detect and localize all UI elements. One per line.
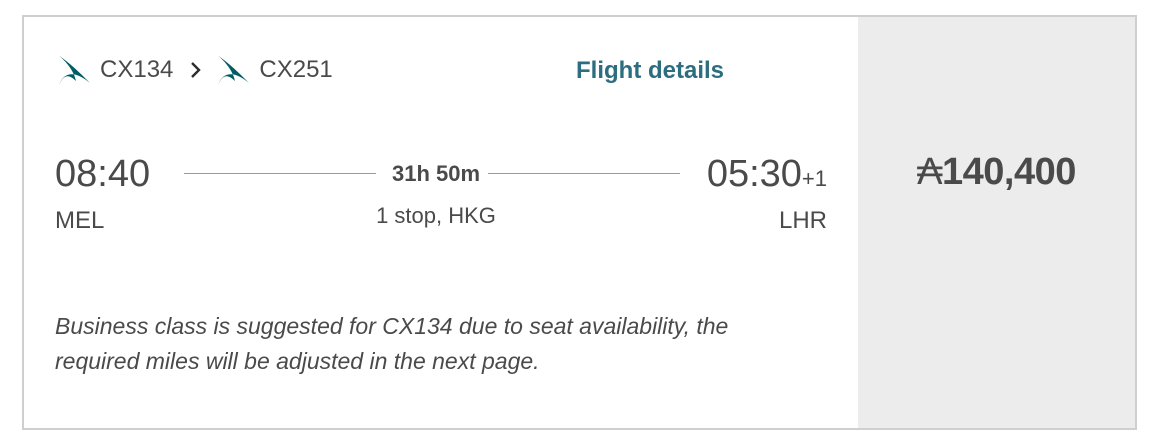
departure-airport: MEL <box>55 207 105 234</box>
arrival-day-offset: +1 <box>801 166 827 191</box>
flight-number-2: CX251 <box>259 56 333 83</box>
cathay-pacific-logo-icon <box>58 55 90 85</box>
flight-details-link[interactable]: Flight details <box>576 57 724 85</box>
stops-info: 1 stop, HKG <box>376 203 496 228</box>
cabin-suggestion-note: Business class is suggested for CX134 du… <box>55 313 729 374</box>
route-line-right <box>488 173 680 174</box>
chevron-right-icon <box>191 62 202 78</box>
asia-miles-icon: ₳ <box>917 151 942 193</box>
cathay-pacific-logo-icon <box>217 55 250 85</box>
flight-duration: 31h 50m <box>391 161 481 186</box>
price: ₳140,400 <box>858 151 1135 194</box>
flight-result-card[interactable]: CX134 CX251 Flight details 08:40 MEL 31h… <box>22 15 1137 430</box>
flight-numbers: CX134 CX251 <box>56 53 333 87</box>
departure-time: 08:40 <box>55 153 151 195</box>
route-line-left <box>184 173 376 174</box>
arrival-airport: LHR <box>778 207 827 234</box>
price-panel[interactable]: ₳140,400 <box>858 17 1135 428</box>
arrival-time-group: 05:30+1 <box>707 153 827 196</box>
arrival-time: 05:30 <box>706 153 802 195</box>
price-amount: 140,400 <box>941 151 1076 193</box>
flight-number-1: CX134 <box>100 56 174 83</box>
